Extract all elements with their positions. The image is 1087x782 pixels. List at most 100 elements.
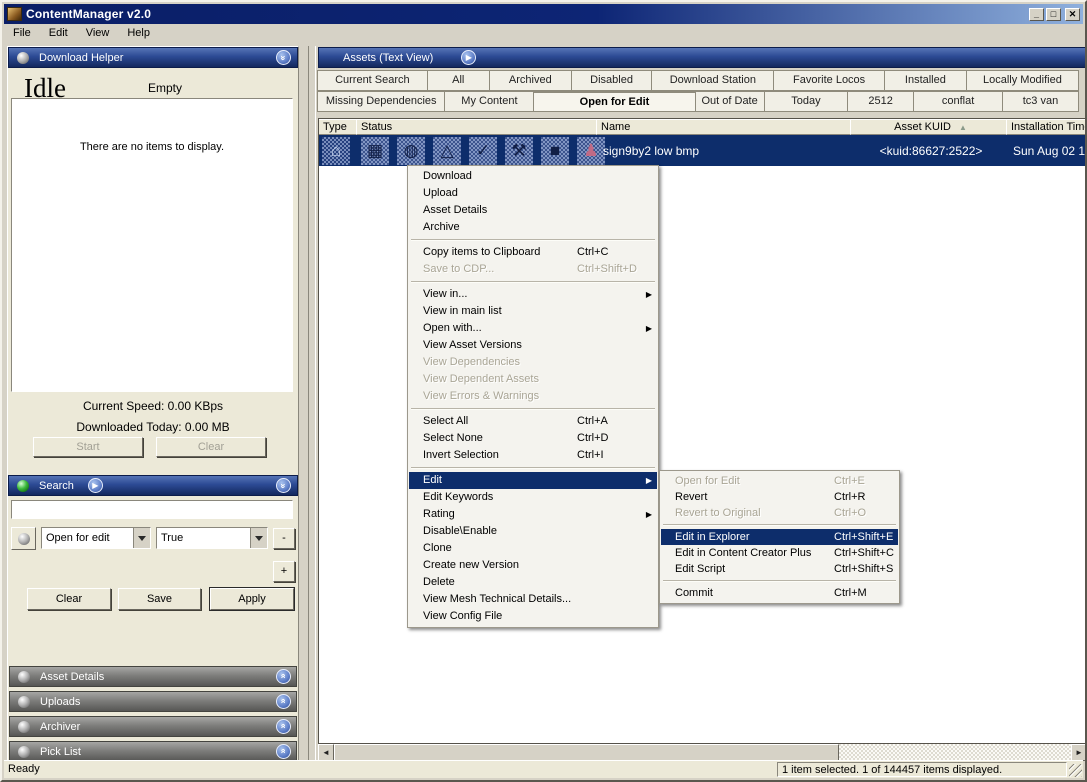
panel-uploads[interactable]: Uploads » bbox=[9, 691, 297, 712]
search-save-button[interactable]: Save bbox=[118, 588, 201, 610]
menu-edit[interactable]: Edit bbox=[40, 25, 77, 41]
tab-out-of-date[interactable]: Out of Date bbox=[695, 91, 765, 112]
collapse-chevron-icon[interactable]: » bbox=[276, 50, 291, 65]
menu-item-view-in[interactable]: View in...▶ bbox=[409, 286, 657, 303]
menu-item-delete[interactable]: Delete bbox=[409, 574, 657, 591]
dropdown-arrow-icon[interactable] bbox=[133, 528, 150, 548]
menu-item-view-in-main-list[interactable]: View in main list bbox=[409, 303, 657, 320]
tab-2512[interactable]: 2512 bbox=[847, 91, 914, 112]
menu-item-view-config-file[interactable]: View Config File bbox=[409, 608, 657, 625]
table-row[interactable]: ⌂ ▦ ◍ △ ✓ ⚒ ■ ♟ sign9by2 low bmp <kuid:8… bbox=[319, 135, 1086, 166]
scroll-left-icon[interactable]: ◄ bbox=[318, 744, 334, 761]
submenu-item-revert[interactable]: RevertCtrl+R bbox=[661, 489, 898, 505]
scrollbar-thumb[interactable] bbox=[334, 744, 839, 761]
resize-grip[interactable] bbox=[1069, 764, 1082, 777]
menu-item-open-with[interactable]: Open with...▶ bbox=[409, 320, 657, 337]
column-installation-time[interactable]: Installation Time bbox=[1006, 119, 1086, 135]
search-criteria-icon-button[interactable] bbox=[11, 527, 36, 550]
menu-item-edit[interactable]: Edit▶ bbox=[409, 472, 657, 489]
menu-item-save-to-cdp[interactable]: Save to CDP...Ctrl+Shift+D bbox=[409, 261, 657, 278]
dropdown-arrow-icon[interactable] bbox=[250, 528, 267, 548]
submenu-item-revert-to-original[interactable]: Revert to OriginalCtrl+O bbox=[661, 505, 898, 521]
tab-my-content[interactable]: My Content bbox=[444, 91, 534, 112]
search-panel-header[interactable]: Search ▶ » bbox=[8, 475, 298, 496]
start-button[interactable]: Start bbox=[33, 437, 143, 457]
panel-splitter[interactable] bbox=[308, 46, 316, 762]
tab-all[interactable]: All bbox=[427, 70, 490, 91]
assets-header[interactable]: Assets (Text View) ▶ bbox=[318, 47, 1087, 68]
tab-tc3-van[interactable]: tc3 van bbox=[1002, 91, 1079, 112]
menu-item-rating[interactable]: Rating▶ bbox=[409, 506, 657, 523]
submenu-item-commit[interactable]: CommitCtrl+M bbox=[661, 585, 898, 601]
menu-item-download[interactable]: Download bbox=[409, 168, 657, 185]
menu-item-archive[interactable]: Archive bbox=[409, 219, 657, 236]
expand-chevron-icon[interactable]: » bbox=[276, 744, 291, 759]
menu-view[interactable]: View bbox=[77, 25, 119, 41]
assets-play-icon[interactable]: ▶ bbox=[461, 50, 476, 65]
menu-item-view-dependent-assets[interactable]: View Dependent Assets bbox=[409, 371, 657, 388]
menu-item-asset-details[interactable]: Asset Details bbox=[409, 202, 657, 219]
menu-item-create-new-version[interactable]: Create new Version bbox=[409, 557, 657, 574]
menu-item-clone[interactable]: Clone bbox=[409, 540, 657, 557]
maximize-button[interactable]: □ bbox=[1046, 8, 1061, 21]
search-run-icon[interactable]: ▶ bbox=[88, 478, 103, 493]
submenu-item-edit-script[interactable]: Edit ScriptCtrl+Shift+S bbox=[661, 561, 898, 577]
menu-item-view-dependencies[interactable]: View Dependencies bbox=[409, 354, 657, 371]
column-status[interactable]: Status bbox=[356, 119, 597, 135]
expand-chevron-icon[interactable]: » bbox=[276, 694, 291, 709]
expand-chevron-icon[interactable]: » bbox=[276, 669, 291, 684]
scrollbar-track[interactable] bbox=[839, 744, 1071, 761]
title-bar[interactable]: ContentManager v2.0 _ □ ✕ bbox=[4, 4, 1083, 24]
menu-item-view-asset-versions[interactable]: View Asset Versions bbox=[409, 337, 657, 354]
download-clear-button[interactable]: Clear bbox=[156, 437, 266, 457]
tab-missing-dependencies[interactable]: Missing Dependencies bbox=[317, 91, 445, 112]
panel-asset-details[interactable]: Asset Details » bbox=[9, 666, 297, 687]
menu-item-upload[interactable]: Upload bbox=[409, 185, 657, 202]
filter-value-dropdown[interactable]: True bbox=[156, 527, 268, 549]
menu-item-edit-keywords[interactable]: Edit Keywords bbox=[409, 489, 657, 506]
menu-file[interactable]: File bbox=[4, 25, 40, 41]
scroll-right-icon[interactable]: ► bbox=[1071, 744, 1087, 761]
submenu-item-edit-in-explorer[interactable]: Edit in ExplorerCtrl+Shift+E bbox=[661, 529, 898, 545]
tab-download-station[interactable]: Download Station bbox=[651, 70, 774, 91]
download-queue-list[interactable]: There are no items to display. bbox=[11, 98, 293, 392]
assets-title: Assets (Text View) bbox=[343, 52, 433, 64]
search-collapse-chevron-icon[interactable]: » bbox=[276, 478, 291, 493]
menu-item-copy-items[interactable]: Copy items to ClipboardCtrl+C bbox=[409, 244, 657, 261]
minimize-button[interactable]: _ bbox=[1029, 8, 1044, 21]
tab-favorite-locos[interactable]: Favorite Locos bbox=[773, 70, 885, 91]
close-button[interactable]: ✕ bbox=[1065, 8, 1080, 21]
column-type[interactable]: Type bbox=[318, 119, 357, 135]
panel-pick-list[interactable]: Pick List » bbox=[9, 741, 297, 762]
download-helper-header[interactable]: Download Helper » bbox=[8, 47, 298, 68]
expand-chevron-icon[interactable]: » bbox=[276, 719, 291, 734]
add-criteria-button[interactable]: + bbox=[273, 561, 295, 582]
menu-help[interactable]: Help bbox=[118, 25, 159, 41]
menu-item-select-all[interactable]: Select AllCtrl+A bbox=[409, 413, 657, 430]
tab-archived[interactable]: Archived bbox=[489, 70, 572, 91]
search-apply-button[interactable]: Apply bbox=[210, 588, 294, 610]
panel-ball-icon bbox=[18, 721, 30, 733]
tab-disabled[interactable]: Disabled bbox=[571, 70, 653, 91]
tab-conflat[interactable]: conflat bbox=[913, 91, 1003, 112]
menu-item-invert-selection[interactable]: Invert SelectionCtrl+I bbox=[409, 447, 657, 464]
column-name[interactable]: Name bbox=[596, 119, 851, 135]
tab-current-search[interactable]: Current Search bbox=[317, 70, 428, 91]
menu-item-view-errors-warnings[interactable]: View Errors & Warnings bbox=[409, 388, 657, 405]
tab-today[interactable]: Today bbox=[764, 91, 849, 112]
submenu-item-open-for-edit[interactable]: Open for EditCtrl+E bbox=[661, 473, 898, 489]
remove-criteria-button[interactable]: - bbox=[273, 528, 295, 549]
menu-item-disable-enable[interactable]: Disable\Enable bbox=[409, 523, 657, 540]
tab-open-for-edit[interactable]: Open for Edit bbox=[533, 91, 695, 112]
filter-field-dropdown[interactable]: Open for edit bbox=[41, 527, 151, 549]
search-clear-button[interactable]: Clear bbox=[27, 588, 111, 610]
tab-installed[interactable]: Installed bbox=[884, 70, 967, 91]
panel-archiver[interactable]: Archiver » bbox=[9, 716, 297, 737]
horizontal-scrollbar[interactable]: ◄ ► bbox=[318, 744, 1087, 761]
column-asset-kuid[interactable]: Asset KUID▲ bbox=[850, 119, 1007, 135]
search-input[interactable] bbox=[11, 500, 293, 519]
menu-item-view-mesh-details[interactable]: View Mesh Technical Details... bbox=[409, 591, 657, 608]
menu-item-select-none[interactable]: Select NoneCtrl+D bbox=[409, 430, 657, 447]
submenu-item-edit-in-content-creator-plus[interactable]: Edit in Content Creator PlusCtrl+Shift+C bbox=[661, 545, 898, 561]
tab-locally-modified[interactable]: Locally Modified bbox=[966, 70, 1079, 91]
